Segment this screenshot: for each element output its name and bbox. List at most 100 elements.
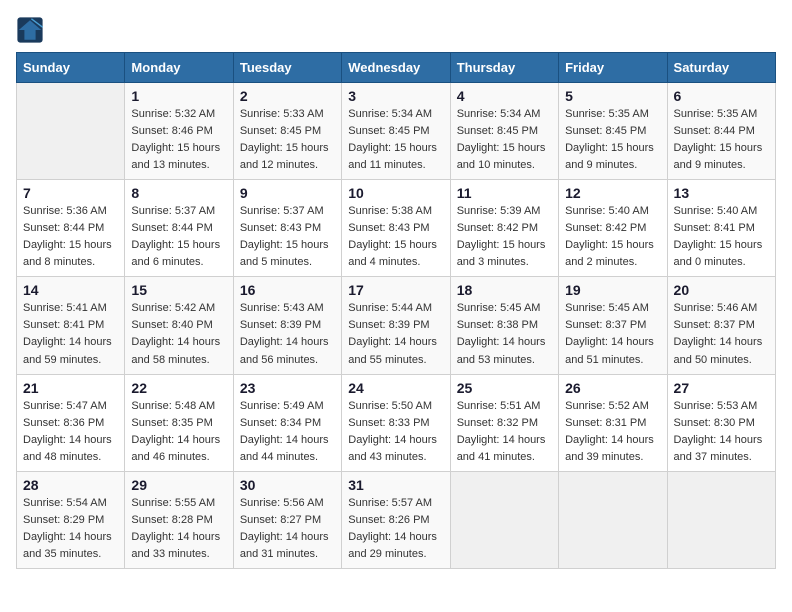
day-info: Sunrise: 5:44 AM Sunset: 8:39 PM Dayligh…	[348, 300, 443, 368]
calendar-cell: 20Sunrise: 5:46 AM Sunset: 8:37 PM Dayli…	[667, 277, 775, 374]
calendar-cell: 11 Sunrise: 5:39 AM Sunset: 8:42 PM Dayli…	[450, 180, 558, 277]
day-info: Sunrise: 5:41 AM Sunset: 8:41 PM Dayligh…	[23, 300, 118, 368]
day-number: 15	[131, 282, 226, 298]
day-number: 1	[131, 88, 226, 104]
day-number: 14	[23, 282, 118, 298]
calendar-cell: 12 Sunrise: 5:40 AM Sunset: 8:42 PM Dayli…	[559, 180, 667, 277]
day-info: Sunrise: 5:56 AM Sunset: 8:27 PM Dayligh…	[240, 495, 335, 563]
day-number: 29	[131, 477, 226, 493]
calendar-cell: 25 Sunrise: 5:51 AM Sunset: 8:32 PM Dayli…	[450, 374, 558, 471]
calendar-cell: 17 Sunrise: 5:44 AM Sunset: 8:39 PM Dayli…	[342, 277, 450, 374]
day-info: Sunrise: 5:49 AM Sunset: 8:34 PM Dayligh…	[240, 398, 335, 466]
day-info: Sunrise: 5:57 AM Sunset: 8:26 PM Dayligh…	[348, 495, 443, 563]
calendar-cell: 13Sunrise: 5:40 AM Sunset: 8:41 PM Dayli…	[667, 180, 775, 277]
calendar-cell: 15 Sunrise: 5:42 AM Sunset: 8:40 PM Dayli…	[125, 277, 233, 374]
day-number: 30	[240, 477, 335, 493]
calendar-cell: 24 Sunrise: 5:50 AM Sunset: 8:33 PM Dayli…	[342, 374, 450, 471]
logo	[16, 16, 48, 44]
logo-icon	[16, 16, 44, 44]
calendar-cell	[17, 83, 125, 180]
day-info: Sunrise: 5:46 AM Sunset: 8:37 PM Dayligh…	[674, 300, 769, 368]
day-info: Sunrise: 5:55 AM Sunset: 8:28 PM Dayligh…	[131, 495, 226, 563]
day-info: Sunrise: 5:42 AM Sunset: 8:40 PM Dayligh…	[131, 300, 226, 368]
calendar-week-2: 7 Sunrise: 5:36 AM Sunset: 8:44 PM Daylig…	[17, 180, 776, 277]
calendar-cell: 22Sunrise: 5:48 AM Sunset: 8:35 PM Dayli…	[125, 374, 233, 471]
calendar-cell: 1 Sunrise: 5:32 AM Sunset: 8:46 PM Daylig…	[125, 83, 233, 180]
calendar-cell: 19 Sunrise: 5:45 AM Sunset: 8:37 PM Dayli…	[559, 277, 667, 374]
calendar-week-3: 14 Sunrise: 5:41 AM Sunset: 8:41 PM Dayli…	[17, 277, 776, 374]
day-number: 21	[23, 380, 118, 396]
calendar-cell	[667, 471, 775, 568]
calendar-cell: 7 Sunrise: 5:36 AM Sunset: 8:44 PM Daylig…	[17, 180, 125, 277]
day-info: Sunrise: 5:36 AM Sunset: 8:44 PM Dayligh…	[23, 203, 118, 271]
day-info: Sunrise: 5:37 AM Sunset: 8:44 PM Dayligh…	[131, 203, 226, 271]
calendar-cell: 18 Sunrise: 5:45 AM Sunset: 8:38 PM Dayli…	[450, 277, 558, 374]
calendar-cell: 14 Sunrise: 5:41 AM Sunset: 8:41 PM Dayli…	[17, 277, 125, 374]
header-cell-wednesday: Wednesday	[342, 53, 450, 83]
day-number: 11	[457, 185, 552, 201]
calendar-cell: 21 Sunrise: 5:47 AM Sunset: 8:36 PM Dayli…	[17, 374, 125, 471]
day-number: 22	[131, 380, 226, 396]
calendar-cell: 3Sunrise: 5:34 AM Sunset: 8:45 PM Daylig…	[342, 83, 450, 180]
day-number: 9	[240, 185, 335, 201]
day-number: 25	[457, 380, 552, 396]
calendar-cell: 31 Sunrise: 5:57 AM Sunset: 8:26 PM Dayli…	[342, 471, 450, 568]
calendar-cell: 23Sunrise: 5:49 AM Sunset: 8:34 PM Dayli…	[233, 374, 341, 471]
day-info: Sunrise: 5:53 AM Sunset: 8:30 PM Dayligh…	[674, 398, 769, 466]
day-number: 24	[348, 380, 443, 396]
day-number: 16	[240, 282, 335, 298]
day-info: Sunrise: 5:45 AM Sunset: 8:37 PM Dayligh…	[565, 300, 660, 368]
calendar-header: SundayMondayTuesdayWednesdayThursdayFrid…	[17, 53, 776, 83]
header-cell-tuesday: Tuesday	[233, 53, 341, 83]
calendar-body: 1 Sunrise: 5:32 AM Sunset: 8:46 PM Daylig…	[17, 83, 776, 569]
day-number: 26	[565, 380, 660, 396]
page-header	[16, 16, 776, 44]
header-cell-sunday: Sunday	[17, 53, 125, 83]
calendar-week-1: 1 Sunrise: 5:32 AM Sunset: 8:46 PM Daylig…	[17, 83, 776, 180]
day-info: Sunrise: 5:34 AM Sunset: 8:45 PM Dayligh…	[348, 106, 443, 174]
day-number: 6	[674, 88, 769, 104]
day-info: Sunrise: 5:43 AM Sunset: 8:39 PM Dayligh…	[240, 300, 335, 368]
day-number: 7	[23, 185, 118, 201]
day-info: Sunrise: 5:35 AM Sunset: 8:45 PM Dayligh…	[565, 106, 660, 174]
calendar-cell: 26Sunrise: 5:52 AM Sunset: 8:31 PM Dayli…	[559, 374, 667, 471]
day-number: 13	[674, 185, 769, 201]
calendar-cell: 8 Sunrise: 5:37 AM Sunset: 8:44 PM Daylig…	[125, 180, 233, 277]
day-number: 2	[240, 88, 335, 104]
day-info: Sunrise: 5:47 AM Sunset: 8:36 PM Dayligh…	[23, 398, 118, 466]
day-number: 28	[23, 477, 118, 493]
day-number: 10	[348, 185, 443, 201]
header-row: SundayMondayTuesdayWednesdayThursdayFrid…	[17, 53, 776, 83]
day-number: 12	[565, 185, 660, 201]
header-cell-friday: Friday	[559, 53, 667, 83]
calendar-cell	[450, 471, 558, 568]
calendar-cell: 10 Sunrise: 5:38 AM Sunset: 8:43 PM Dayli…	[342, 180, 450, 277]
calendar-cell: 6Sunrise: 5:35 AM Sunset: 8:44 PM Daylig…	[667, 83, 775, 180]
calendar-week-5: 28Sunrise: 5:54 AM Sunset: 8:29 PM Dayli…	[17, 471, 776, 568]
header-cell-thursday: Thursday	[450, 53, 558, 83]
day-info: Sunrise: 5:39 AM Sunset: 8:42 PM Dayligh…	[457, 203, 552, 271]
day-number: 4	[457, 88, 552, 104]
day-number: 8	[131, 185, 226, 201]
day-info: Sunrise: 5:34 AM Sunset: 8:45 PM Dayligh…	[457, 106, 552, 174]
day-info: Sunrise: 5:50 AM Sunset: 8:33 PM Dayligh…	[348, 398, 443, 466]
day-info: Sunrise: 5:51 AM Sunset: 8:32 PM Dayligh…	[457, 398, 552, 466]
day-number: 17	[348, 282, 443, 298]
calendar-week-4: 21 Sunrise: 5:47 AM Sunset: 8:36 PM Dayli…	[17, 374, 776, 471]
day-number: 5	[565, 88, 660, 104]
calendar-cell: 5 Sunrise: 5:35 AM Sunset: 8:45 PM Daylig…	[559, 83, 667, 180]
day-number: 27	[674, 380, 769, 396]
calendar-cell: 16 Sunrise: 5:43 AM Sunset: 8:39 PM Dayli…	[233, 277, 341, 374]
day-info: Sunrise: 5:32 AM Sunset: 8:46 PM Dayligh…	[131, 106, 226, 174]
day-info: Sunrise: 5:33 AM Sunset: 8:45 PM Dayligh…	[240, 106, 335, 174]
day-number: 19	[565, 282, 660, 298]
calendar-table: SundayMondayTuesdayWednesdayThursdayFrid…	[16, 52, 776, 569]
calendar-cell: 29 Sunrise: 5:55 AM Sunset: 8:28 PM Dayli…	[125, 471, 233, 568]
day-info: Sunrise: 5:38 AM Sunset: 8:43 PM Dayligh…	[348, 203, 443, 271]
day-number: 18	[457, 282, 552, 298]
day-info: Sunrise: 5:37 AM Sunset: 8:43 PM Dayligh…	[240, 203, 335, 271]
day-info: Sunrise: 5:40 AM Sunset: 8:42 PM Dayligh…	[565, 203, 660, 271]
calendar-cell: 4 Sunrise: 5:34 AM Sunset: 8:45 PM Daylig…	[450, 83, 558, 180]
day-info: Sunrise: 5:45 AM Sunset: 8:38 PM Dayligh…	[457, 300, 552, 368]
day-number: 31	[348, 477, 443, 493]
